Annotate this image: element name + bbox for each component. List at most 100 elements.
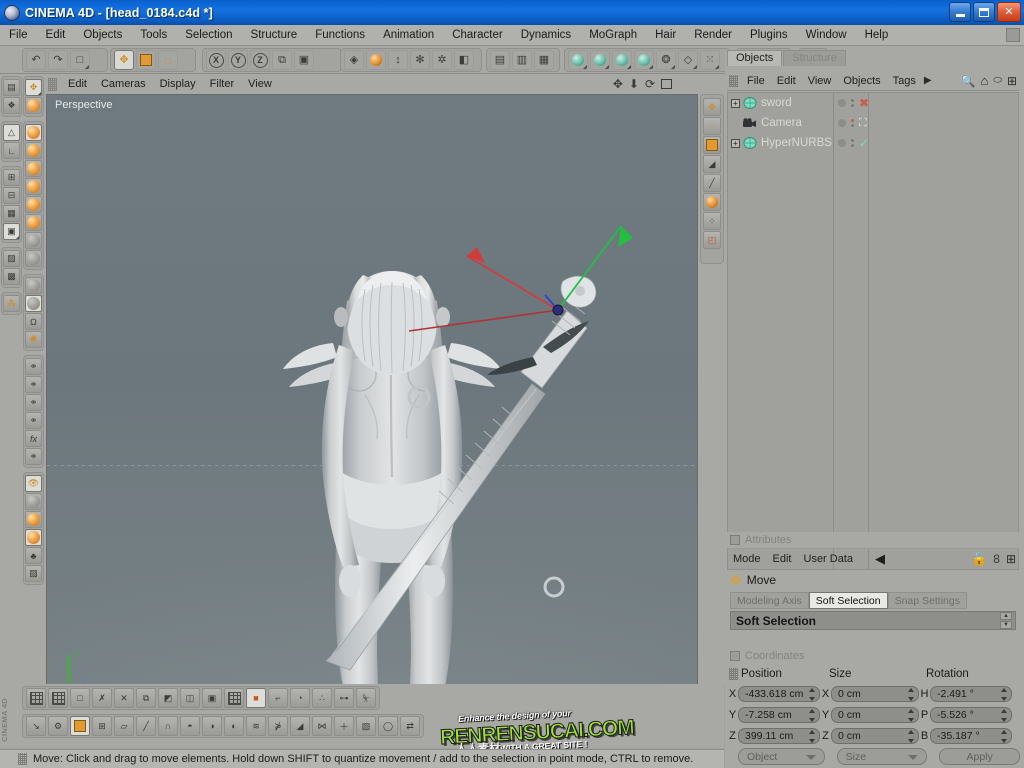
size-y-spinner[interactable] xyxy=(907,708,914,722)
rotate-tool-icon[interactable]: ◌ xyxy=(158,50,178,70)
viewport-menu-display[interactable]: Display xyxy=(153,77,203,91)
position-x-spinner[interactable] xyxy=(808,687,815,701)
checker-display-icon[interactable]: ▨ xyxy=(25,565,42,582)
object-axis-mode-icon[interactable]: ↕ xyxy=(388,50,408,70)
stitch-and-sew-icon[interactable]: ⌐ xyxy=(268,688,288,708)
rotate-view-icon[interactable]: ⟳ xyxy=(645,78,655,90)
search-icon[interactable]: 🔍 xyxy=(961,74,976,88)
objects-menu-objects[interactable]: Objects xyxy=(837,74,886,88)
measure-icon[interactable]: ╱ xyxy=(703,174,721,192)
reverse-normals-icon[interactable]: ⇄ xyxy=(400,716,420,736)
position-x-input[interactable]: -433.618 cm xyxy=(738,685,820,702)
menu-character[interactable]: Character xyxy=(443,27,512,43)
enable-axis-modification-icon[interactable]: ▣ xyxy=(294,50,314,70)
normal-scale-icon[interactable]: ◑ xyxy=(202,716,222,736)
objects-menu-view[interactable]: View xyxy=(802,74,838,88)
menu-plugins[interactable]: Plugins xyxy=(741,27,797,43)
scroll-up-icon[interactable]: ▲ xyxy=(1000,612,1012,620)
texture-display-icon[interactable] xyxy=(25,529,42,546)
uv-mode-icon[interactable]: ▩ xyxy=(3,268,20,285)
rotation-h-input[interactable]: -2.491 ° xyxy=(930,685,1012,702)
model-mode-icon[interactable] xyxy=(366,50,386,70)
object-tree[interactable]: + sword ✖ Camera ⛶ + HyperNURBS ✓ xyxy=(727,92,1019,570)
target-tag-icon[interactable]: ⛶ xyxy=(859,117,867,129)
tab-snap-settings[interactable]: Snap Settings xyxy=(887,592,967,609)
fine-grid-icon[interactable] xyxy=(48,688,68,708)
viewport-menu-filter[interactable]: Filter xyxy=(203,77,241,91)
size-x-input[interactable]: 0 cm xyxy=(831,685,919,702)
add-nurbs-icon[interactable] xyxy=(612,50,632,70)
coordinates-collapse-checkbox[interactable] xyxy=(730,651,740,661)
close-button[interactable]: ✕ xyxy=(997,2,1021,22)
loop-selection-icon[interactable] xyxy=(25,196,42,213)
pan-view-icon[interactable]: ✥ xyxy=(613,78,623,90)
polygon-mode-icon[interactable]: ▦ xyxy=(3,205,20,222)
render-to-picture-viewer-icon[interactable]: ▥ xyxy=(512,50,532,70)
selection-tool-icon[interactable]: □ xyxy=(70,50,90,70)
slide-icon[interactable]: ▱ xyxy=(114,716,134,736)
close-polygon-hole-icon[interactable]: ◔ xyxy=(290,688,310,708)
rotate-edge-icon[interactable]: ⚭ xyxy=(25,448,42,465)
texture-axis-mode-icon[interactable]: ✲ xyxy=(432,50,452,70)
menu-functions[interactable]: Functions xyxy=(306,27,374,43)
maximize-button[interactable] xyxy=(973,2,995,22)
ellipse-icon[interactable]: ⬭ xyxy=(993,75,1002,86)
add-particles-icon[interactable]: ⁙ xyxy=(700,50,720,70)
lasso-selection-icon[interactable] xyxy=(25,160,42,177)
deformer-display-icon[interactable]: ♣ xyxy=(25,547,42,564)
melt-icon[interactable]: ∴ xyxy=(312,688,332,708)
lock-z-axis-icon[interactable]: Z xyxy=(250,50,270,70)
perspective-viewport[interactable]: Perspective Y Z xyxy=(46,94,698,734)
size-x-spinner[interactable] xyxy=(907,687,914,701)
rotate-gizmo-icon[interactable]: ◌ xyxy=(703,117,721,135)
menu-structure[interactable]: Structure xyxy=(242,27,307,43)
size-z-spinner[interactable] xyxy=(907,729,914,743)
magnet-icon[interactable]: ⚙ xyxy=(48,716,68,736)
set-point-value-icon[interactable]: ◯ xyxy=(378,716,398,736)
content-browser-icon[interactable]: ❖ xyxy=(3,97,20,114)
scale-tool-icon[interactable] xyxy=(136,50,156,70)
chevron-right-icon[interactable]: ▶ xyxy=(924,75,932,86)
render-view-icon[interactable]: ▤ xyxy=(490,50,510,70)
objects-menu-file[interactable]: File xyxy=(741,74,771,88)
workplane-grid-icon[interactable]: ◰ xyxy=(703,231,721,249)
brush-tool-icon[interactable] xyxy=(25,295,42,312)
edge-mode-icon[interactable]: ⊟ xyxy=(3,187,20,204)
subdivide-icon[interactable]: ◢ xyxy=(290,716,310,736)
live-selection-icon[interactable] xyxy=(25,124,42,141)
menu-file[interactable]: File xyxy=(0,27,37,43)
knife-tool-icon[interactable]: ⚭ xyxy=(25,358,42,375)
lock-y-axis-icon[interactable]: Y xyxy=(228,50,248,70)
menu-objects[interactable]: Objects xyxy=(74,27,131,43)
attributes-menu-user-data[interactable]: User Data xyxy=(798,552,860,566)
menu-selection[interactable]: Selection xyxy=(176,27,241,43)
viewport-menu-view[interactable]: View xyxy=(241,77,279,91)
disconnect-icon[interactable]: ⏧ xyxy=(356,688,376,708)
add-attribute-icon[interactable]: ⊞ xyxy=(1006,552,1016,566)
untriangulate-icon[interactable]: ＋ xyxy=(334,716,354,736)
triangulate-icon[interactable]: ⋈ xyxy=(312,716,332,736)
function-tool-icon[interactable]: fx xyxy=(25,430,42,447)
lock-icon[interactable]: 🔓 xyxy=(971,551,987,567)
add-deformer-icon[interactable]: ❂ xyxy=(656,50,676,70)
apply-button[interactable]: Apply xyxy=(939,748,1020,765)
maximize-view-icon[interactable] xyxy=(661,79,672,89)
outline-selection-icon[interactable] xyxy=(25,232,42,249)
rotation-p-spinner[interactable] xyxy=(1000,708,1007,722)
position-z-spinner[interactable] xyxy=(808,729,815,743)
table-row[interactable]: Camera ⛶ xyxy=(728,113,1018,133)
viewport-menu-edit[interactable]: Edit xyxy=(61,77,94,91)
position-y-spinner[interactable] xyxy=(808,708,815,722)
iron-icon[interactable]: ⋡ xyxy=(268,716,288,736)
add-spline-icon[interactable] xyxy=(590,50,610,70)
move-tool-icon[interactable]: ✥ xyxy=(114,50,134,70)
extrude-icon[interactable]: ◫ xyxy=(180,688,200,708)
visibility-dot-icon[interactable] xyxy=(838,139,846,147)
attributes-menu-edit[interactable]: Edit xyxy=(767,552,798,566)
back-arrow-icon[interactable]: ◀ xyxy=(875,551,885,567)
menu-help[interactable]: Help xyxy=(856,27,898,43)
polygon-selection-icon[interactable] xyxy=(25,178,42,195)
menu-render[interactable]: Render xyxy=(685,27,741,43)
spline-tool-icon[interactable]: ✱ xyxy=(25,331,42,348)
visibility-dot-icon[interactable] xyxy=(838,99,846,107)
